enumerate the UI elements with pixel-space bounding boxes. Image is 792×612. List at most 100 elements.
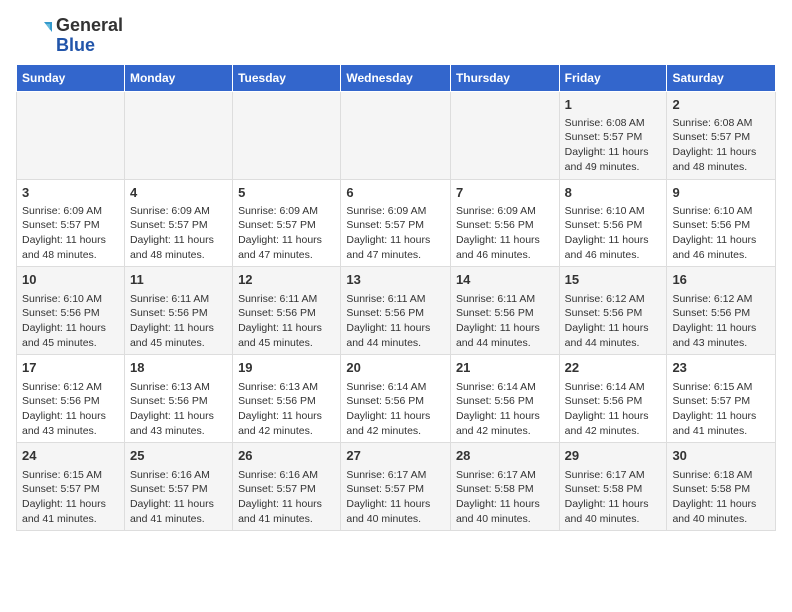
- day-cell: 13 Sunrise: 6:11 AM Sunset: 5:56 PM Dayli…: [341, 267, 451, 355]
- day-info: Sunrise: 6:09 AM Sunset: 5:56 PM Dayligh…: [456, 204, 554, 263]
- day-info: Sunrise: 6:17 AM Sunset: 5:58 PM Dayligh…: [565, 468, 662, 527]
- day-cell: 29 Sunrise: 6:17 AM Sunset: 5:58 PM Dayli…: [559, 443, 667, 531]
- day-number: 29: [565, 447, 662, 465]
- day-number: 26: [238, 447, 335, 465]
- day-cell: 12 Sunrise: 6:11 AM Sunset: 5:56 PM Dayli…: [233, 267, 341, 355]
- day-cell: [450, 91, 559, 179]
- day-info: Sunrise: 6:10 AM Sunset: 5:56 PM Dayligh…: [22, 292, 119, 351]
- day-cell: 30Sunrise: 6:18 AM Sunset: 5:58 PM Dayli…: [667, 443, 776, 531]
- day-info: Sunrise: 6:16 AM Sunset: 5:57 PM Dayligh…: [238, 468, 335, 527]
- day-number: 11: [130, 271, 227, 289]
- day-number: 6: [346, 184, 445, 202]
- day-cell: 14 Sunrise: 6:11 AM Sunset: 5:56 PM Dayli…: [450, 267, 559, 355]
- day-number: 9: [672, 184, 770, 202]
- day-cell: [124, 91, 232, 179]
- week-row-3: 10 Sunrise: 6:10 AM Sunset: 5:56 PM Dayli…: [17, 267, 776, 355]
- day-info: Sunrise: 6:10 AM Sunset: 5:56 PM Dayligh…: [565, 204, 662, 263]
- week-row-5: 24Sunrise: 6:15 AM Sunset: 5:57 PM Dayli…: [17, 443, 776, 531]
- day-cell: [233, 91, 341, 179]
- day-info: Sunrise: 6:11 AM Sunset: 5:56 PM Dayligh…: [456, 292, 554, 351]
- day-info: Sunrise: 6:14 AM Sunset: 5:56 PM Dayligh…: [456, 380, 554, 439]
- logo: General Blue: [16, 16, 123, 56]
- day-cell: 8 Sunrise: 6:10 AM Sunset: 5:56 PM Daylig…: [559, 179, 667, 267]
- day-number: 17: [22, 359, 119, 377]
- day-number: 1: [565, 96, 662, 114]
- day-cell: 25 Sunrise: 6:16 AM Sunset: 5:57 PM Dayli…: [124, 443, 232, 531]
- day-info: Sunrise: 6:12 AM Sunset: 5:56 PM Dayligh…: [672, 292, 770, 351]
- day-info: Sunrise: 6:12 AM Sunset: 5:56 PM Dayligh…: [22, 380, 119, 439]
- day-cell: 9 Sunrise: 6:10 AM Sunset: 5:56 PM Daylig…: [667, 179, 776, 267]
- column-header-sunday: Sunday: [17, 64, 125, 91]
- day-cell: 20 Sunrise: 6:14 AM Sunset: 5:56 PM Dayli…: [341, 355, 451, 443]
- day-info: Sunrise: 6:14 AM Sunset: 5:56 PM Dayligh…: [565, 380, 662, 439]
- day-cell: 5Sunrise: 6:09 AM Sunset: 5:57 PM Daylig…: [233, 179, 341, 267]
- day-number: 14: [456, 271, 554, 289]
- day-number: 13: [346, 271, 445, 289]
- day-info: Sunrise: 6:09 AM Sunset: 5:57 PM Dayligh…: [130, 204, 227, 263]
- day-number: 15: [565, 271, 662, 289]
- column-header-wednesday: Wednesday: [341, 64, 451, 91]
- day-info: Sunrise: 6:09 AM Sunset: 5:57 PM Dayligh…: [22, 204, 119, 263]
- day-number: 4: [130, 184, 227, 202]
- day-cell: 11 Sunrise: 6:11 AM Sunset: 5:56 PM Dayli…: [124, 267, 232, 355]
- day-info: Sunrise: 6:11 AM Sunset: 5:56 PM Dayligh…: [130, 292, 227, 351]
- day-cell: 6Sunrise: 6:09 AM Sunset: 5:57 PM Daylig…: [341, 179, 451, 267]
- day-number: 5: [238, 184, 335, 202]
- day-number: 27: [346, 447, 445, 465]
- day-info: Sunrise: 6:16 AM Sunset: 5:57 PM Dayligh…: [130, 468, 227, 527]
- day-info: Sunrise: 6:10 AM Sunset: 5:56 PM Dayligh…: [672, 204, 770, 263]
- day-cell: 7 Sunrise: 6:09 AM Sunset: 5:56 PM Daylig…: [450, 179, 559, 267]
- day-info: Sunrise: 6:15 AM Sunset: 5:57 PM Dayligh…: [672, 380, 770, 439]
- day-number: 2: [672, 96, 770, 114]
- logo-blue: Blue: [56, 35, 95, 55]
- day-cell: 23 Sunrise: 6:15 AM Sunset: 5:57 PM Dayli…: [667, 355, 776, 443]
- day-number: 12: [238, 271, 335, 289]
- logo-general: General: [56, 15, 123, 35]
- day-cell: 28 Sunrise: 6:17 AM Sunset: 5:58 PM Dayli…: [450, 443, 559, 531]
- day-cell: 22 Sunrise: 6:14 AM Sunset: 5:56 PM Dayli…: [559, 355, 667, 443]
- column-header-saturday: Saturday: [667, 64, 776, 91]
- day-cell: 27 Sunrise: 6:17 AM Sunset: 5:57 PM Dayli…: [341, 443, 451, 531]
- day-cell: 19 Sunrise: 6:13 AM Sunset: 5:56 PM Dayli…: [233, 355, 341, 443]
- day-number: 23: [672, 359, 770, 377]
- day-number: 22: [565, 359, 662, 377]
- day-info: Sunrise: 6:17 AM Sunset: 5:58 PM Dayligh…: [456, 468, 554, 527]
- day-cell: 10 Sunrise: 6:10 AM Sunset: 5:56 PM Dayli…: [17, 267, 125, 355]
- logo-icon: [16, 18, 52, 54]
- day-info: Sunrise: 6:18 AM Sunset: 5:58 PM Dayligh…: [672, 468, 770, 527]
- day-info: Sunrise: 6:15 AM Sunset: 5:57 PM Dayligh…: [22, 468, 119, 527]
- day-cell: 18Sunrise: 6:13 AM Sunset: 5:56 PM Dayli…: [124, 355, 232, 443]
- day-info: Sunrise: 6:08 AM Sunset: 5:57 PM Dayligh…: [565, 116, 662, 175]
- day-number: 7: [456, 184, 554, 202]
- day-number: 16: [672, 271, 770, 289]
- day-cell: 17 Sunrise: 6:12 AM Sunset: 5:56 PM Dayli…: [17, 355, 125, 443]
- day-info: Sunrise: 6:13 AM Sunset: 5:56 PM Dayligh…: [238, 380, 335, 439]
- day-info: Sunrise: 6:17 AM Sunset: 5:57 PM Dayligh…: [346, 468, 445, 527]
- day-number: 20: [346, 359, 445, 377]
- day-number: 10: [22, 271, 119, 289]
- week-row-4: 17 Sunrise: 6:12 AM Sunset: 5:56 PM Dayli…: [17, 355, 776, 443]
- day-info: Sunrise: 6:13 AM Sunset: 5:56 PM Dayligh…: [130, 380, 227, 439]
- day-cell: [17, 91, 125, 179]
- day-number: 25: [130, 447, 227, 465]
- column-header-tuesday: Tuesday: [233, 64, 341, 91]
- week-row-1: 1 Sunrise: 6:08 AM Sunset: 5:57 PM Daylig…: [17, 91, 776, 179]
- day-info: Sunrise: 6:12 AM Sunset: 5:56 PM Dayligh…: [565, 292, 662, 351]
- calendar-table: SundayMondayTuesdayWednesdayThursdayFrid…: [16, 64, 776, 532]
- day-cell: 1 Sunrise: 6:08 AM Sunset: 5:57 PM Daylig…: [559, 91, 667, 179]
- column-header-monday: Monday: [124, 64, 232, 91]
- day-info: Sunrise: 6:11 AM Sunset: 5:56 PM Dayligh…: [346, 292, 445, 351]
- day-info: Sunrise: 6:11 AM Sunset: 5:56 PM Dayligh…: [238, 292, 335, 351]
- page-header: General Blue: [16, 16, 776, 56]
- day-cell: 21Sunrise: 6:14 AM Sunset: 5:56 PM Dayli…: [450, 355, 559, 443]
- day-number: 28: [456, 447, 554, 465]
- day-cell: 4 Sunrise: 6:09 AM Sunset: 5:57 PM Daylig…: [124, 179, 232, 267]
- day-number: 19: [238, 359, 335, 377]
- header-row: SundayMondayTuesdayWednesdayThursdayFrid…: [17, 64, 776, 91]
- day-info: Sunrise: 6:14 AM Sunset: 5:56 PM Dayligh…: [346, 380, 445, 439]
- logo-text: General Blue: [56, 16, 123, 56]
- day-cell: 3Sunrise: 6:09 AM Sunset: 5:57 PM Daylig…: [17, 179, 125, 267]
- day-number: 8: [565, 184, 662, 202]
- day-cell: [341, 91, 451, 179]
- week-row-2: 3Sunrise: 6:09 AM Sunset: 5:57 PM Daylig…: [17, 179, 776, 267]
